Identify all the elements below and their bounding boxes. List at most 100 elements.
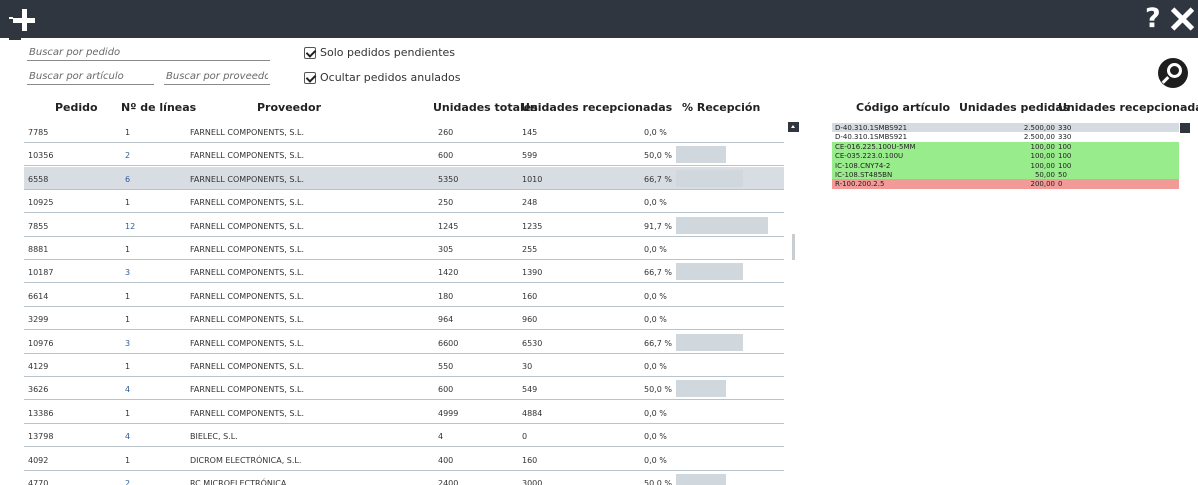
- progress-bar: [676, 474, 726, 485]
- cell-recepcion-pct: 0,0 %: [644, 432, 667, 442]
- cell-unidades-recepcionadas: 960: [522, 315, 538, 325]
- title-bar: ?: [0, 0, 1198, 38]
- cell-unidades-totales: 400: [438, 455, 454, 465]
- list-item[interactable]: IC-108.ST485BN 50,00 50: [832, 170, 1179, 180]
- cell-unidades-recepcionadas: 3000: [522, 479, 543, 485]
- cell-proveedor: FARNELL COMPONENTS, S.L.: [190, 174, 304, 184]
- cell-unidades-totales: 305: [438, 245, 454, 254]
- search-icon[interactable]: [1158, 58, 1188, 88]
- table-row[interactable]: 6614 1 FARNELL COMPONENTS, S.L. 180 160 0,0 %: [24, 284, 784, 307]
- item-recepcionadas: 330: [1058, 124, 1072, 132]
- hide-cancelled-checkbox[interactable]: Ocultar pedidos anulados: [304, 71, 460, 84]
- cell-pedido: 8881: [28, 245, 49, 254]
- progress-bar: [676, 380, 726, 398]
- close-icon[interactable]: [1170, 6, 1194, 32]
- col-header-items-recepcionadas[interactable]: Unidades recepcionadas: [1058, 101, 1198, 114]
- add-icon[interactable]: [9, 5, 39, 35]
- cell-lineas: 2: [125, 479, 131, 485]
- checkbox-checked-icon[interactable]: [304, 71, 316, 84]
- progress-bar: [676, 169, 743, 187]
- cell-unidades-recepcionadas: 1235: [522, 221, 543, 231]
- cell-unidades-recepcionadas: 599: [522, 151, 538, 161]
- cell-proveedor: FARNELL COMPONENTS, S.L.: [190, 128, 304, 137]
- list-item[interactable]: IC-108.CNY74-2 100,00 100: [832, 160, 1179, 170]
- cell-unidades-recepcionadas: 4884: [522, 408, 543, 418]
- item-pedidas: 100,00: [1030, 142, 1056, 151]
- scroll-up-button[interactable]: [788, 122, 799, 132]
- table-row[interactable]: 10187 3 FARNELL COMPONENTS, S.L. 1420 1390 66…: [24, 260, 784, 284]
- cell-recepcion-pct: 0,0 %: [644, 245, 667, 254]
- item-pedidas: 100,00: [1030, 161, 1056, 170]
- item-codigo: CE-016.225.100U-5MM: [835, 142, 916, 151]
- table-row[interactable]: 7785 1 FARNELL COMPONENTS, S.L. 260 145 0,0 %: [24, 120, 784, 143]
- items-scroll-button[interactable]: [1180, 123, 1190, 133]
- table-row[interactable]: 13386 1 FARNELL COMPONENTS, S.L. 4999 4884 0,…: [24, 401, 784, 424]
- item-codigo: D-40.310.1SMBS921: [835, 124, 908, 132]
- item-recepcionadas: 100: [1058, 161, 1072, 170]
- col-header-unidades-pedidas[interactable]: Unidades pedidas: [959, 101, 1069, 114]
- col-header-pedido[interactable]: Pedido: [55, 101, 98, 114]
- cell-recepcion-pct: 66,7 %: [644, 338, 672, 348]
- cell-proveedor: FARNELL COMPONENTS, S.L.: [190, 408, 304, 418]
- list-item[interactable]: CE-035.223.0.100U 100,00 100: [832, 151, 1179, 161]
- tab-indicator: [9, 38, 21, 40]
- cell-pedido: 3299: [28, 315, 49, 325]
- item-recepcionadas: 0: [1058, 180, 1063, 189]
- item-pedidas: 100,00: [1030, 152, 1056, 161]
- col-header-lineas[interactable]: Nº de líneas: [121, 101, 196, 114]
- col-header-recepcion[interactable]: % Recepción: [682, 101, 760, 114]
- cell-unidades-recepcionadas: 1390: [522, 268, 543, 278]
- table-row[interactable]: 10925 1 FARNELL COMPONENTS, S.L. 250 248 0,0 …: [24, 190, 784, 214]
- table-row[interactable]: 4129 1 FARNELL COMPONENTS, S.L. 550 30 0,0 %: [24, 354, 784, 377]
- col-header-proveedor[interactable]: Proveedor: [257, 101, 321, 114]
- cell-recepcion-pct: 50,0 %: [644, 479, 672, 485]
- item-recepcionadas: 50: [1058, 171, 1067, 179]
- item-pedidas: 2.500,00: [1023, 133, 1055, 142]
- list-item[interactable]: D-40.310.1SMBS921 2.500,00 330: [832, 132, 1179, 141]
- cell-unidades-recepcionadas: 30: [522, 362, 533, 371]
- cell-proveedor: RC MICROELECTRÓNICA: [190, 479, 287, 485]
- cell-unidades-totales: 250: [438, 198, 454, 208]
- progress-bar: [676, 146, 726, 164]
- search-order-input[interactable]: [27, 45, 270, 61]
- list-item[interactable]: R-100.200.2.5 200,00 0: [832, 179, 1179, 189]
- cell-proveedor: FARNELL COMPONENTS, S.L.: [190, 385, 304, 395]
- table-row[interactable]: 8881 1 FARNELL COMPONENTS, S.L. 305 255 0,0 %: [24, 237, 784, 260]
- cell-unidades-totales: 2400: [438, 479, 459, 485]
- progress-bar: [676, 263, 743, 281]
- table-row[interactable]: 13798 4 BIELEC, S.L. 4 0 0,0 %: [24, 424, 784, 448]
- search-supplier-input[interactable]: [164, 69, 270, 85]
- cell-unidades-totales: 4999: [438, 408, 459, 418]
- cell-proveedor: FARNELL COMPONENTS, S.L.: [190, 362, 304, 371]
- table-row[interactable]: 7855 12 FARNELL COMPONENTS, S.L. 1245 1235 91…: [24, 214, 784, 237]
- pending-only-checkbox[interactable]: Solo pedidos pendientes: [304, 46, 455, 59]
- col-header-unidades-recepcionadas[interactable]: Unidades recepcionadas: [521, 101, 672, 114]
- table-row[interactable]: 3299 1 FARNELL COMPONENTS, S.L. 964 960 0,0 %: [24, 307, 784, 331]
- checkbox-checked-icon[interactable]: [304, 46, 316, 59]
- cell-unidades-totales: 6600: [438, 338, 459, 348]
- search-article-input[interactable]: [27, 69, 154, 85]
- table-row[interactable]: 6558 6 FARNELL COMPONENTS, S.L. 5350 1010 66,…: [24, 166, 784, 190]
- cell-lineas: 3: [125, 268, 131, 278]
- cell-pedido: 4129: [28, 362, 49, 371]
- col-header-codigo-articulo[interactable]: Código artículo: [856, 101, 950, 114]
- cell-pedido: 6614: [28, 291, 49, 301]
- scrollbar-thumb[interactable]: [792, 234, 795, 260]
- cell-pedido: 13386: [28, 408, 54, 418]
- table-row[interactable]: 10356 2 FARNELL COMPONENTS, S.L. 600 599 50,0…: [24, 143, 784, 167]
- table-row[interactable]: 4092 1 DICROM ELECTRÓNICA, S.L. 400 160 0,0 %: [24, 448, 784, 471]
- cell-lineas: 2: [125, 151, 131, 161]
- cell-recepcion-pct: 66,7 %: [644, 174, 672, 184]
- item-codigo: CE-035.223.0.100U: [835, 152, 904, 161]
- help-button[interactable]: ?: [1145, 3, 1161, 34]
- table-row[interactable]: 4770 2 RC MICROELECTRÓNICA 2400 3000 50,0 %: [24, 471, 784, 485]
- cell-recepcion-pct: 0,0 %: [644, 455, 667, 465]
- table-row[interactable]: 10976 3 FARNELL COMPONENTS, S.L. 6600 6530 66…: [24, 331, 784, 354]
- cell-lineas: 1: [125, 128, 131, 137]
- list-item[interactable]: CE-016.225.100U-5MM 100,00 100: [832, 141, 1179, 152]
- list-item[interactable]: D-40.310.1SMBS921 2.500,00 330: [832, 123, 1179, 133]
- table-row[interactable]: 3626 4 FARNELL COMPONENTS, S.L. 600 549 50,0 …: [24, 377, 784, 401]
- cell-unidades-recepcionadas: 549: [522, 385, 538, 395]
- cell-lineas: 4: [125, 385, 131, 395]
- cell-proveedor: FARNELL COMPONENTS, S.L.: [190, 245, 304, 254]
